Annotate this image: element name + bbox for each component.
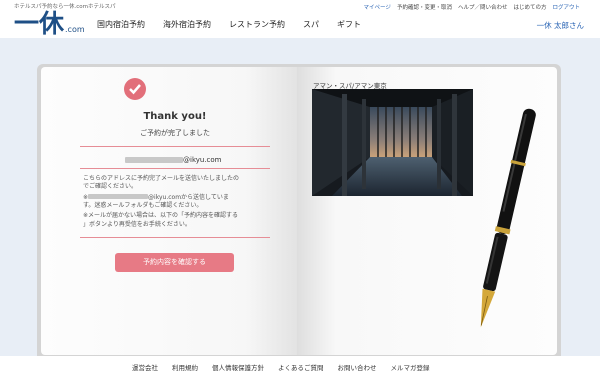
email-domain: @ikyu.com	[183, 156, 222, 164]
util-link-mypage[interactable]: マイページ	[364, 3, 391, 11]
site-footer: 運営会社 利用規約 個人情報保護方針 よくあるご質問 お問い合わせ メルマガ登録	[0, 356, 600, 381]
util-link-beginners[interactable]: はじめての方	[513, 3, 546, 11]
divider-middle	[80, 168, 270, 169]
footer-link-newsletter[interactable]: メルマガ登録	[391, 362, 430, 372]
footer-link-terms[interactable]: 利用規約	[172, 362, 198, 372]
reservation-complete-text: ご予約が完了しました	[140, 129, 210, 137]
footer-link-faq[interactable]: よくあるご質問	[278, 362, 324, 372]
message-line-sender: ※ @ikyu.comから送信していま	[83, 194, 229, 201]
divider-bottom	[80, 237, 270, 238]
message-line: す。迷惑メールフォルダもご確認ください。	[83, 202, 203, 209]
sender-domain-text: @ikyu.comから送信していま	[148, 194, 229, 201]
user-name[interactable]: 一休 太郎さん	[537, 20, 584, 31]
utility-nav: マイページ 予約確認・変更・取消 ヘルプ／問い合わせ はじめての方 ログアウト	[364, 3, 580, 11]
nav-restaurants[interactable]: レストラン予約	[229, 19, 285, 30]
success-check-icon	[124, 78, 146, 100]
logo-mark: 一休	[14, 9, 65, 38]
footer-links: 運営会社 利用規約 個人情報保護方針 よくあるご質問 お問い合わせ メルマガ登録	[132, 362, 444, 372]
redacted-email-local-part	[125, 157, 183, 163]
site-logo[interactable]: 一休 .com	[14, 10, 85, 36]
message-line: ※メールが届かない場合は、以下の「予約内容を確認する	[83, 212, 239, 219]
message-line: こちらのアドレスに予約完了メールを送信いたしましたの	[83, 175, 240, 182]
message-line: でご確認ください。	[83, 183, 138, 190]
thank-you-title: Thank you!	[143, 111, 207, 122]
footer-link-contact[interactable]: お問い合わせ	[338, 362, 377, 372]
divider-top	[80, 146, 270, 147]
facility-photo	[312, 89, 473, 196]
util-link-logout[interactable]: ログアウト	[552, 3, 580, 11]
util-link-reservations[interactable]: 予約確認・変更・取消	[397, 3, 452, 11]
redacted-sender-address	[88, 194, 149, 199]
nav-overseas-hotels[interactable]: 海外宿泊予約	[163, 19, 211, 30]
nav-gift[interactable]: ギフト	[337, 19, 361, 30]
footer-link-privacy[interactable]: 個人情報保護方針	[212, 362, 264, 372]
nav-spa[interactable]: スパ	[303, 19, 319, 30]
footer-link-company[interactable]: 運営会社	[132, 362, 158, 372]
message-line: 」ボタンより再受信をお手続ください。	[83, 221, 191, 228]
site-header: ホテルスパ予約なら一休.comホテルスパ 一休 .com マイページ 予約確認・…	[0, 0, 600, 38]
confirmation-email: @ikyu.com	[125, 156, 222, 164]
logo-suffix: .com	[65, 25, 85, 34]
confirm-reservation-button[interactable]: 予約内容を確認する	[115, 253, 234, 272]
main-nav: 国内宿泊予約 海外宿泊予約 レストラン予約 スパ ギフト	[97, 19, 379, 30]
nav-domestic-hotels[interactable]: 国内宿泊予約	[97, 19, 145, 30]
util-link-help[interactable]: ヘルプ／問い合わせ	[458, 3, 508, 11]
